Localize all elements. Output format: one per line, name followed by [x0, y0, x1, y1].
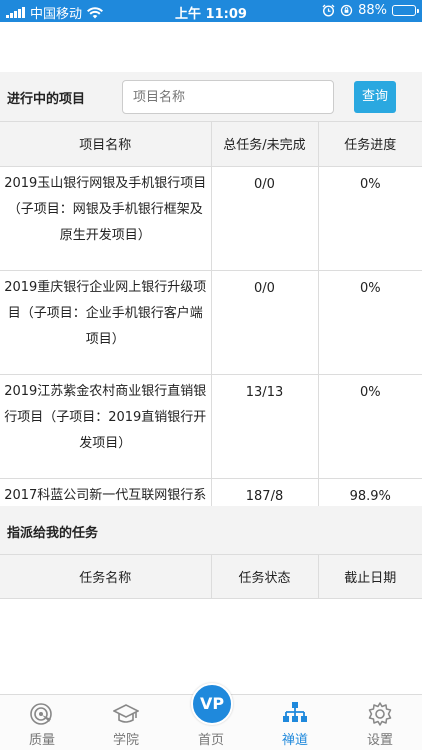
- table-row[interactable]: 2019江苏紫金农村商业银行直销银行项目（子项目：2019直销银行开发项目） 1…: [0, 374, 422, 479]
- progress-cell: 98.9%: [318, 478, 422, 506]
- target-icon: [30, 703, 52, 725]
- ongoing-projects-label: 进行中的项目: [7, 92, 86, 107]
- tab-academy[interactable]: 学院: [84, 695, 168, 750]
- projects-table-container[interactable]: 项目名称 总任务/未完成 任务进度 2019玉山银行网银及手机银行项目（子项目：…: [0, 122, 422, 506]
- tab-chandao-label: 禅道: [281, 733, 308, 748]
- battery-percent: 88%: [358, 3, 387, 18]
- tab-quality[interactable]: 质量: [0, 695, 84, 750]
- col-header-task-name: 任务名称: [0, 554, 212, 599]
- tab-quality-label: 质量: [28, 733, 55, 748]
- col-header-task-status: 任务状态: [211, 554, 319, 599]
- task-count-cell: 0/0: [211, 270, 319, 375]
- project-search-bar: 进行中的项目 查询: [0, 72, 422, 122]
- table-row[interactable]: 2017科蓝公司新一代互联网银行系 187/8 98.9%: [0, 478, 422, 506]
- project-name-cell: 2019江苏紫金农村商业银行直销银行项目（子项目：2019直销银行开发项目）: [0, 374, 212, 479]
- project-name-input[interactable]: [122, 80, 334, 114]
- col-header-project-name: 项目名称: [0, 122, 212, 167]
- gear-icon: [368, 702, 392, 726]
- query-button[interactable]: 查询: [354, 81, 396, 113]
- assigned-tasks-title: 指派给我的任务: [7, 526, 99, 541]
- assigned-tasks-table: 任务名称 任务状态 截止日期: [0, 554, 422, 599]
- battery-icon: [392, 5, 419, 16]
- projects-table: 项目名称 总任务/未完成 任务进度 2019玉山银行网银及手机银行项目（子项目：…: [0, 122, 422, 506]
- tab-home-label: 首页: [197, 733, 224, 748]
- table-row[interactable]: 2019玉山银行网银及手机银行项目（子项目：网银及手机银行框架及原生开发项目） …: [0, 166, 422, 271]
- tab-chandao[interactable]: 禅道: [253, 695, 337, 750]
- tab-settings-label: 设置: [366, 733, 393, 748]
- task-count-cell: 187/8: [211, 478, 319, 506]
- vp-logo-icon[interactable]: VP: [191, 683, 233, 725]
- org-chart-icon: [283, 702, 307, 722]
- orientation-lock-icon: [340, 4, 353, 17]
- tab-settings[interactable]: 设置: [338, 695, 422, 750]
- progress-cell: 0%: [318, 166, 422, 271]
- home-logo-text: VP: [199, 694, 225, 713]
- task-count-cell: 0/0: [211, 166, 319, 271]
- project-name-cell: 2017科蓝公司新一代互联网银行系: [0, 478, 212, 506]
- col-header-task-count: 总任务/未完成: [211, 122, 319, 167]
- progress-cell: 0%: [318, 270, 422, 375]
- alarm-icon: [322, 4, 335, 17]
- tab-academy-label: 学院: [112, 733, 139, 748]
- status-bar: 中国移动 上午 11:09 88%: [0, 0, 422, 22]
- table-row[interactable]: 2019重庆银行企业网上银行升级项目（子项目：企业手机银行客户端项目） 0/0 …: [0, 270, 422, 375]
- graduation-cap-icon: [113, 704, 139, 723]
- col-header-progress: 任务进度: [318, 122, 422, 167]
- task-count-cell: 13/13: [211, 374, 319, 479]
- col-header-due-date: 截止日期: [318, 554, 422, 599]
- project-name-cell: 2019重庆银行企业网上银行升级项目（子项目：企业手机银行客户端项目）: [0, 270, 212, 375]
- progress-cell: 0%: [318, 374, 422, 479]
- project-name-cell: 2019玉山银行网银及手机银行项目（子项目：网银及手机银行框架及原生开发项目）: [0, 166, 212, 271]
- assigned-tasks-header: 指派给我的任务: [0, 506, 422, 554]
